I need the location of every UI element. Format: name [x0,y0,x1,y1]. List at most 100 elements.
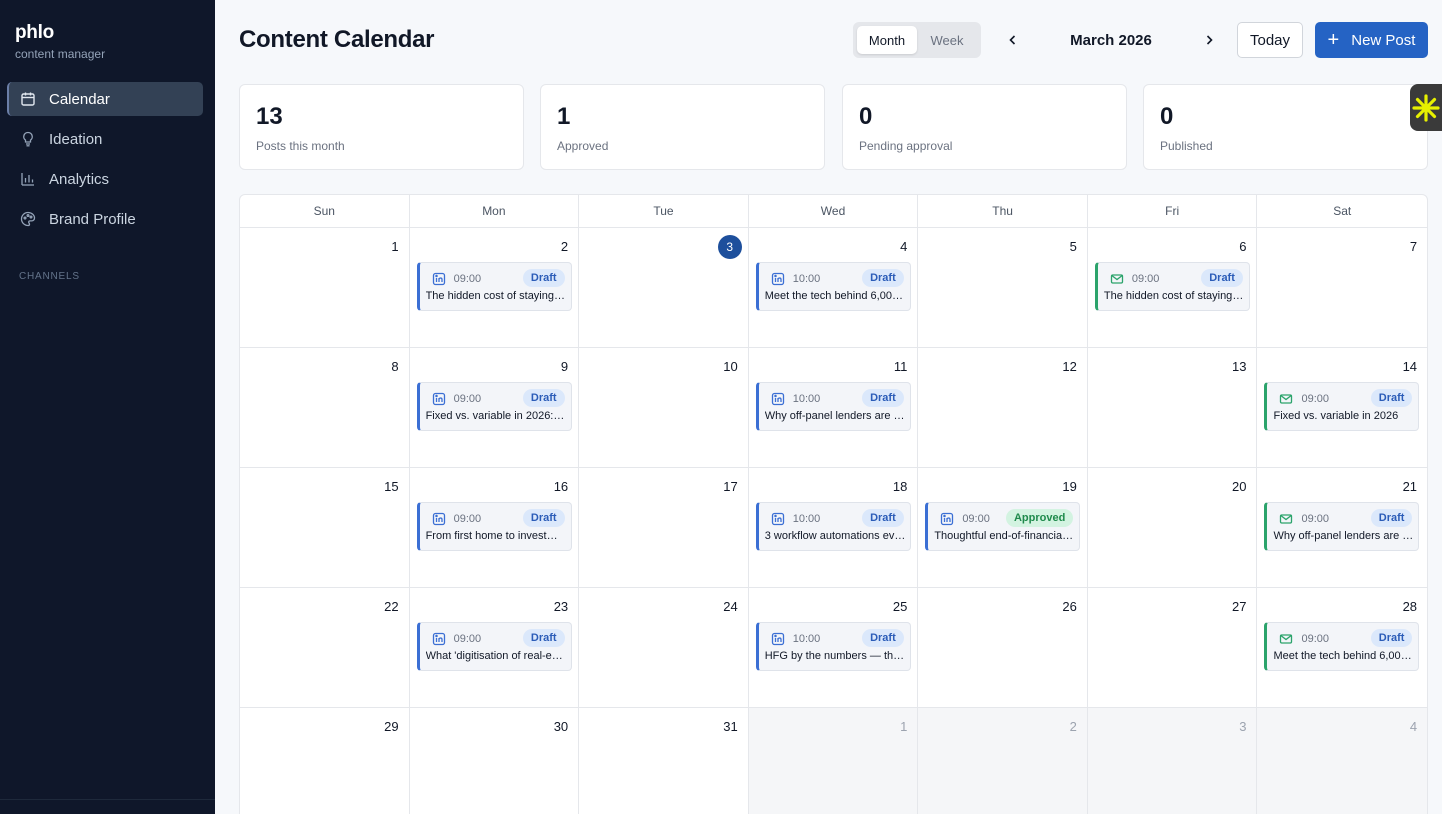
post-time: 09:00 [962,513,990,525]
calendar-day-cell[interactable]: 19 09:00 Approved Thoughtful end-of-financi… [918,468,1088,587]
post-card[interactable]: 09:00 Draft From first home to investment … [416,502,572,551]
day-number: 4 [900,239,908,254]
new-post-label: New Post [1351,31,1416,49]
calendar-day-cell[interactable]: 20 [1088,468,1258,587]
calendar-day-cell[interactable]: 26 [918,588,1088,707]
calendar-day-cell[interactable]: 15 [240,468,410,587]
post-card[interactable]: 09:00 Draft The hidden cost of staying on … [416,262,572,311]
calendar-day-cell[interactable]: 28 09:00 Draft Meet the tech behind 6,000+ … [1257,588,1427,707]
view-week-button[interactable]: Week [917,26,977,54]
day-number: 3 [1239,719,1247,734]
day-number: 4 [1409,719,1418,734]
linkedin-icon [771,512,785,526]
calendar-day-cell[interactable]: 17 [579,468,749,587]
today-button[interactable]: Today [1237,22,1303,58]
next-month-button[interactable] [1199,30,1219,50]
linkedin-icon [771,272,785,286]
calendar-day-cell[interactable]: 4 10:00 Draft Meet the tech behind 6,000+ s… [749,228,919,347]
calendar-day-cell[interactable]: 5 [918,228,1088,347]
post-card[interactable]: 10:00 Draft 3 workflow automations every b… [755,502,911,551]
calendar-day-cell[interactable]: 21 09:00 Draft Why off-panel lenders are wo… [1257,468,1427,587]
calendar-day-cell[interactable]: 2 09:00 Draft The hidden cost of staying on… [410,228,580,347]
post-title: Meet the tech behind 6,000+ settlements [1273,650,1414,662]
stat-value: 13 [256,103,283,130]
day-number: 27 [1232,599,1247,614]
post-title: The hidden cost of staying on your curre… [1103,290,1245,302]
view-month-button[interactable]: Month [857,26,917,54]
current-month-label: March 2026 [1070,32,1152,49]
calendar-day-cell[interactable]: 27 [1088,588,1258,707]
calendar-week-row: 8 9 09:00 Draft Fixed vs. variable in 2026: … [240,348,1427,468]
calendar-day-cell[interactable]: 1 [240,228,410,347]
calendar-day-cell[interactable]: 22 [240,588,410,707]
new-post-button[interactable]: + New Post [1315,22,1428,58]
post-time: 10:00 [792,393,821,405]
post-card[interactable]: 09:00 Draft What 'digitisation of real-est… [416,622,572,671]
calendar-day-cell[interactable]: 11 10:00 Draft Why off-panel lenders are wo… [749,348,919,467]
day-number: 30 [553,719,569,734]
calendar-day-cell[interactable]: 23 09:00 Draft What 'digitisation of real-e… [410,588,580,707]
calendar-day-cell[interactable]: 14 09:00 Draft Fixed vs. variable in 2026 [1257,348,1427,467]
post-card[interactable]: 09:00 Draft The hidden cost of staying on … [1094,262,1250,311]
sidebar-item-analytics[interactable]: Analytics [7,162,203,196]
calendar-day-cell[interactable]: 7 [1257,228,1427,347]
weekday-label: Wed [749,195,919,227]
sidebar-item-ideation[interactable]: Ideation [7,122,203,156]
calendar-grid: Sun Mon Tue Wed Thu Fri Sat 1 2 09:00 Draft… [239,194,1428,814]
calendar-day-cell[interactable]: 3 [1087,708,1258,814]
calendar-day-cell[interactable]: 6 09:00 Draft The hidden cost of staying on… [1088,228,1258,347]
calendar-day-cell[interactable]: 12 [918,348,1088,467]
linkedin-icon [432,512,446,526]
day-number: 5 [1069,239,1077,254]
post-card[interactable]: 10:00 Draft Why off-panel lenders are wort… [755,382,911,431]
lightbulb-icon [23,131,33,147]
post-card[interactable]: 09:00 Draft Fixed vs. variable in 2026 [1264,382,1420,431]
post-card[interactable]: 09:00 Draft Why off-panel lenders are wort… [1264,502,1420,551]
prev-month-button[interactable] [1003,30,1023,50]
calendar-day-cell[interactable]: 9 09:00 Draft Fixed vs. variable in 2026: w… [410,348,580,467]
calendar-day-cell[interactable]: 18 10:00 Draft 3 workflow automations every… [749,468,919,587]
calendar-day-cell[interactable]: 16 09:00 Draft From first home to investmen… [410,468,580,587]
post-time: 10:00 [792,633,821,645]
post-card[interactable]: 09:00 Draft Fixed vs. variable in 2026: wh… [416,382,572,431]
post-time: 10:00 [792,513,821,525]
calendar-day-cell[interactable]: 31 [579,708,749,814]
calendar-day-cell[interactable]: 2 [918,708,1088,814]
day-number: 9 [560,359,569,374]
sparkle-icon [1412,93,1440,122]
calendar-day-cell[interactable]: 25 10:00 Draft HFG by the numbers — the yea… [749,588,919,707]
calendar-day-cell[interactable]: 4 [1257,708,1427,814]
calendar-day-cell[interactable]: 8 [240,348,410,467]
status-badge: Draft [862,629,904,647]
status-badge: Draft [1370,389,1413,407]
sidebar: phlo content manager Calendar Ideation A… [0,0,215,814]
post-time: 09:00 [453,633,482,645]
weekday-header: Sun Mon Tue Wed Thu Fri Sat [240,195,1427,228]
day-number: 16 [553,479,569,494]
sidebar-item-brand-profile[interactable]: Brand Profile [7,202,203,236]
sidebar-divider [0,799,215,800]
post-time: 09:00 [453,273,482,285]
calendar-day-cell[interactable]: 30 [410,708,580,814]
post-card[interactable]: 10:00 Draft HFG by the numbers — the year … [755,622,911,671]
day-number: 7 [1409,239,1418,254]
calendar-day-cell[interactable]: 13 [1088,348,1258,467]
stat-label: Posts this month [256,139,345,153]
calendar-day-cell[interactable]: 3 [579,228,749,347]
post-time: 09:00 [453,393,482,405]
post-time: 09:00 [1301,393,1329,405]
day-number: 12 [1062,359,1077,374]
calendar-day-cell[interactable]: 1 [748,708,919,814]
post-title: Why off-panel lenders are worth a look [764,410,906,422]
calendar-day-cell[interactable]: 29 [240,708,410,814]
post-card[interactable]: 09:00 Approved Thoughtful end-of-financial… [925,502,1081,551]
post-title: HFG by the numbers — the year so far [764,650,906,662]
post-card[interactable]: 10:00 Draft Meet the tech behind 6,000+ se… [755,262,911,311]
weekday-label: Thu [918,195,1088,227]
calendar-week-row: 22 23 09:00 Draft What 'digitisation of real… [240,588,1427,708]
calendar-day-cell[interactable]: 10 [579,348,749,467]
assistant-widget-button[interactable] [1410,84,1442,131]
post-card[interactable]: 09:00 Draft Meet the tech behind 6,000+ se… [1264,622,1420,671]
calendar-day-cell[interactable]: 24 [579,588,749,707]
sidebar-item-calendar[interactable]: Calendar [7,82,203,116]
